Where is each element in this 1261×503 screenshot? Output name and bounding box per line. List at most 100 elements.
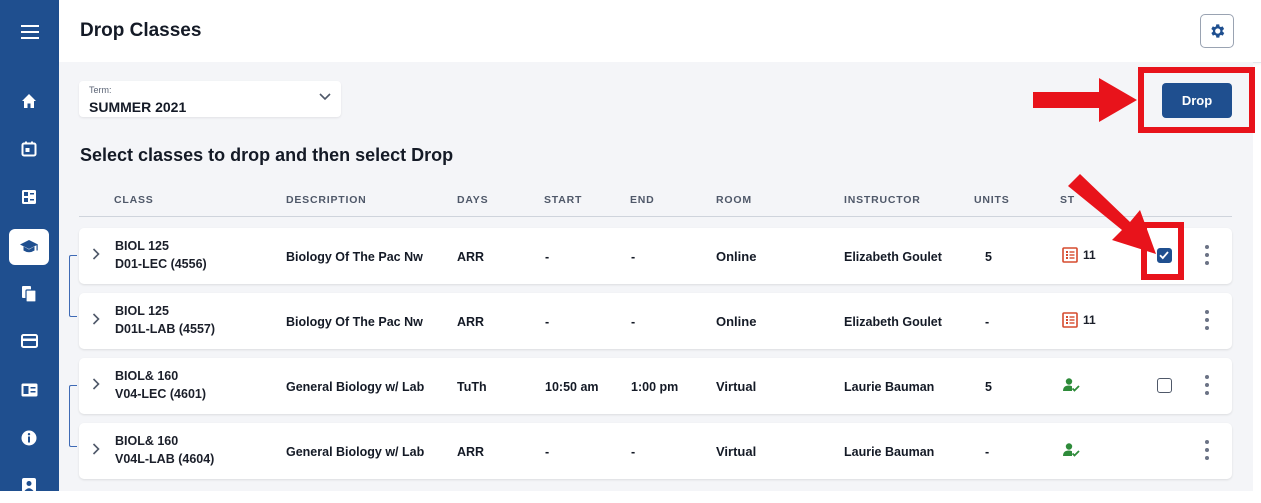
class-code: BIOL 125	[115, 239, 169, 253]
class-room: Online	[716, 249, 757, 264]
main-content: Term: SUMMER 2021 Drop Select classes to…	[59, 62, 1255, 491]
class-days: ARR	[457, 250, 485, 264]
table-header: CLASS DESCRIPTION DAYS START END ROOM IN…	[79, 188, 1232, 217]
status-badge	[1062, 377, 1085, 393]
term-select[interactable]: Term: SUMMER 2021	[79, 81, 341, 117]
class-start: -	[545, 250, 550, 264]
sidebar-item-finances[interactable]	[9, 323, 49, 359]
class-room: Virtual	[716, 444, 757, 459]
linked-sections-bracket	[69, 255, 77, 317]
drop-checkbox[interactable]	[1157, 378, 1172, 393]
class-instructor: Laurie Bauman	[844, 380, 935, 394]
page-title: Drop Classes	[80, 20, 202, 41]
graduation-cap-icon	[20, 240, 38, 253]
waitlist-position: 11	[1083, 313, 1096, 327]
linked-sections-bracket	[69, 385, 77, 447]
class-description: Biology Of The Pac Nw	[286, 315, 423, 329]
chevron-right-icon[interactable]	[92, 443, 100, 455]
info-icon	[21, 430, 37, 446]
class-days: ARR	[457, 445, 485, 459]
more-options-icon[interactable]	[1204, 439, 1210, 461]
sidebar-item-documents[interactable]	[9, 276, 49, 312]
more-options-icon[interactable]	[1204, 309, 1210, 331]
sidebar-item-schedule[interactable]	[9, 179, 49, 215]
term-value: SUMMER 2021	[89, 99, 187, 115]
class-description: General Biology w/ Lab	[286, 445, 425, 459]
sidebar-item-calendar[interactable]	[9, 131, 49, 167]
term-label: Term:	[89, 85, 112, 95]
status-badge	[1062, 442, 1085, 458]
chevron-right-icon[interactable]	[92, 378, 100, 390]
class-code: BIOL& 160	[115, 369, 179, 383]
class-section: D01-LEC (4556)	[115, 257, 207, 271]
home-icon	[22, 94, 36, 108]
column-header-end: END	[630, 194, 655, 206]
table-row: BIOL& 160 V04-LEC (4601) General Biology…	[79, 358, 1232, 414]
documents-icon	[22, 286, 37, 303]
class-description: General Biology w/ Lab	[286, 380, 425, 394]
grid-list-icon	[22, 190, 36, 204]
status-badge: 11	[1062, 312, 1096, 328]
class-instructor: Laurie Bauman	[844, 445, 935, 459]
column-header-room: ROOM	[716, 194, 752, 206]
class-end: -	[631, 445, 636, 459]
class-description: Biology Of The Pac Nw	[286, 250, 423, 264]
enrolled-icon	[1063, 378, 1080, 392]
class-section: V04L-LAB (4604)	[115, 452, 215, 466]
class-section: V04-LEC (4601)	[115, 387, 207, 401]
class-code: BIOL 125	[115, 304, 169, 318]
annotation-arrow-icon	[1068, 174, 1156, 254]
class-start: -	[545, 445, 550, 459]
calendar-icon	[21, 141, 37, 157]
settings-button[interactable]	[1200, 14, 1234, 48]
class-instructor: Elizabeth Goulet	[844, 315, 942, 329]
table-row: BIOL 125 D01L-LAB (4557) Biology Of The …	[79, 293, 1232, 349]
class-days: ARR	[457, 315, 485, 329]
chevron-down-icon	[319, 93, 331, 101]
id-card-icon	[21, 383, 37, 397]
chevron-right-icon[interactable]	[92, 313, 100, 325]
class-room: Online	[716, 314, 757, 329]
more-options-icon[interactable]	[1204, 374, 1210, 396]
sidebar	[0, 0, 59, 492]
column-header-class: CLASS	[114, 194, 154, 206]
gear-icon	[1211, 24, 1225, 38]
instructions-heading: Select classes to drop and then select D…	[80, 145, 454, 165]
enrolled-icon	[1063, 443, 1080, 457]
column-header-days: DAYS	[457, 194, 489, 206]
column-header-start: START	[544, 194, 583, 206]
column-header-description: DESCRIPTION	[286, 194, 367, 206]
class-section: D01L-LAB (4557)	[115, 322, 216, 336]
more-options-icon[interactable]	[1204, 244, 1210, 266]
class-start: 10:50 am	[545, 380, 599, 394]
menu-button[interactable]	[0, 0, 59, 64]
sidebar-item-classes[interactable]	[9, 229, 49, 265]
column-header-instructor: INSTRUCTOR	[844, 194, 921, 206]
table-row: BIOL 125 D01-LEC (4556) Biology Of The P…	[79, 228, 1232, 284]
class-units: 5	[985, 250, 992, 264]
class-units: 5	[985, 380, 992, 394]
class-end: 1:00 pm	[631, 380, 679, 394]
class-room: Virtual	[716, 379, 757, 394]
class-code: BIOL& 160	[115, 434, 179, 448]
table-row: BIOL& 160 V04L-LAB (4604) General Biolog…	[79, 423, 1232, 479]
class-end: -	[631, 315, 636, 329]
waitlist-icon	[1062, 312, 1078, 328]
page-header: Drop Classes	[59, 0, 1261, 63]
annotation-arrow-icon	[1033, 78, 1137, 122]
sidebar-item-info[interactable]	[9, 420, 49, 456]
class-end: -	[631, 250, 636, 264]
sidebar-item-profile[interactable]	[9, 372, 49, 408]
chevron-right-icon[interactable]	[92, 248, 100, 260]
class-units: -	[985, 445, 990, 459]
credit-card-icon	[20, 334, 38, 348]
sidebar-item-home[interactable]	[9, 83, 49, 119]
drop-button[interactable]: Drop	[1162, 83, 1232, 118]
class-units: -	[985, 315, 990, 329]
column-header-units: UNITS	[974, 194, 1010, 206]
class-start: -	[545, 315, 550, 329]
sidebar-item-account[interactable]	[9, 467, 49, 503]
menu-icon	[20, 25, 39, 39]
class-instructor: Elizabeth Goulet	[844, 250, 942, 264]
class-days: TuTh	[457, 380, 487, 394]
